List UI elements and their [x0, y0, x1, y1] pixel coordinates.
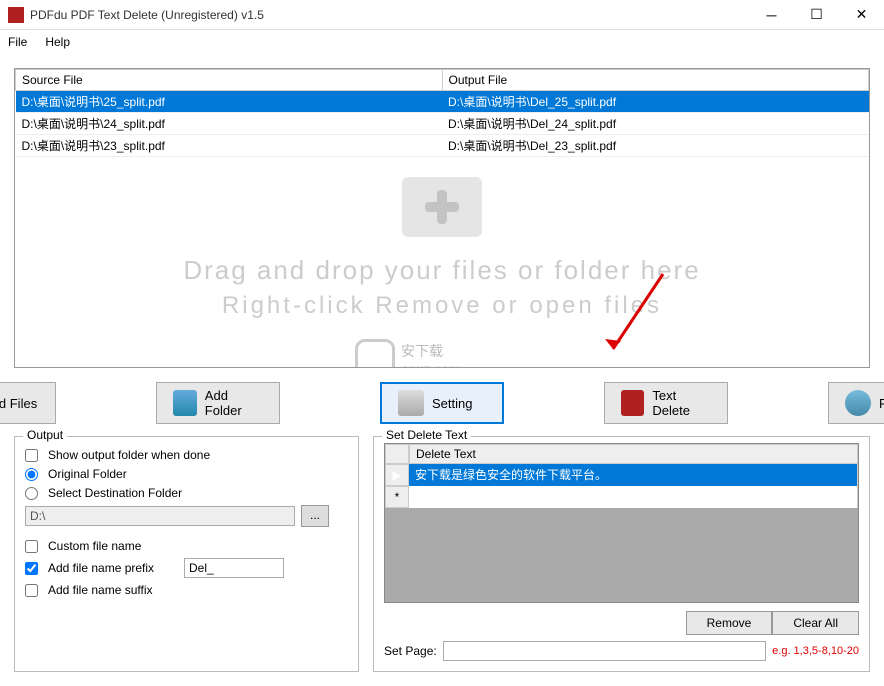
register-icon — [845, 390, 871, 416]
delete-legend: Set Delete Text — [382, 428, 471, 442]
app-icon — [8, 7, 24, 23]
watermark: 安下载 anxz.com — [355, 339, 461, 368]
drop-hint-2: Right-click Remove or open files — [222, 292, 662, 320]
menu-file[interactable]: File — [8, 35, 27, 49]
col-source[interactable]: Source File — [16, 70, 443, 91]
delete-text-row[interactable]: * — [385, 486, 858, 508]
lock-icon — [355, 339, 395, 368]
set-page-example: e.g. 1,3,5-8,10-20 — [772, 645, 859, 657]
clear-all-button[interactable]: Clear All — [772, 611, 859, 635]
table-row[interactable]: D:\桌面\说明书\24_split.pdfD:\桌面\说明书\Del_24_s… — [16, 113, 869, 135]
delete-text-group: Set Delete Text Delete Text ▶安下载是绿色安全的软件… — [373, 436, 870, 672]
prefix-input[interactable] — [184, 558, 284, 578]
table-row[interactable]: D:\桌面\说明书\23_split.pdfD:\桌面\说明书\Del_23_s… — [16, 135, 869, 157]
destination-path-input — [25, 506, 295, 526]
table-row[interactable]: D:\桌面\说明书\25_split.pdfD:\桌面\说明书\Del_25_s… — [16, 91, 869, 113]
set-page-input[interactable] — [443, 641, 766, 661]
show-folder-checkbox[interactable] — [25, 449, 38, 462]
drop-hint-1: Drag and drop your files or folder here — [183, 255, 700, 286]
setting-button[interactable]: Setting — [380, 382, 504, 424]
prefix-label: Add file name prefix — [48, 561, 178, 575]
suffix-checkbox[interactable] — [25, 584, 38, 597]
text-delete-icon — [621, 390, 644, 416]
file-table[interactable]: Source File Output File D:\桌面\说明书\25_spl… — [15, 69, 869, 157]
window-title: PDFdu PDF Text Delete (Unregistered) v1.… — [30, 8, 749, 22]
set-page-label: Set Page: — [384, 644, 437, 658]
register-button[interactable]: Register — [828, 382, 884, 424]
add-files-button[interactable]: Add Files — [0, 382, 56, 424]
show-folder-label: Show output folder when done — [48, 448, 210, 462]
add-folder-button[interactable]: Add Folder — [156, 382, 280, 424]
suffix-label: Add file name suffix — [48, 583, 153, 597]
prefix-checkbox[interactable] — [25, 562, 38, 575]
setting-icon — [398, 390, 424, 416]
delete-text-header[interactable]: Delete Text — [409, 444, 858, 464]
destination-folder-label: Select Destination Folder — [48, 486, 182, 500]
custom-name-checkbox[interactable] — [25, 540, 38, 553]
minimize-button[interactable]: ─ — [749, 0, 794, 30]
col-output[interactable]: Output File — [442, 70, 869, 91]
destination-folder-radio[interactable] — [25, 487, 38, 500]
add-folder-icon — [173, 390, 197, 416]
delete-text-row[interactable]: ▶安下载是绿色安全的软件下载平台。 — [385, 464, 858, 486]
remove-button[interactable]: Remove — [686, 611, 773, 635]
file-list-area[interactable]: Drag and drop your files or folder here … — [14, 68, 870, 368]
text-delete-button[interactable]: Text Delete — [604, 382, 728, 424]
original-folder-label: Original Folder — [48, 467, 127, 481]
output-group: Output Show output folder when done Orig… — [14, 436, 359, 672]
output-legend: Output — [23, 428, 67, 442]
maximize-button[interactable]: ☐ — [794, 0, 839, 30]
red-arrow-annotation — [603, 269, 673, 359]
add-placeholder-icon — [402, 177, 482, 237]
custom-name-label: Custom file name — [48, 539, 141, 553]
close-button[interactable]: ✕ — [839, 0, 884, 30]
original-folder-radio[interactable] — [25, 468, 38, 481]
delete-text-grid[interactable]: Delete Text ▶安下载是绿色安全的软件下载平台。* — [384, 443, 859, 603]
browse-button[interactable]: ... — [301, 505, 329, 527]
menu-help[interactable]: Help — [45, 35, 70, 49]
